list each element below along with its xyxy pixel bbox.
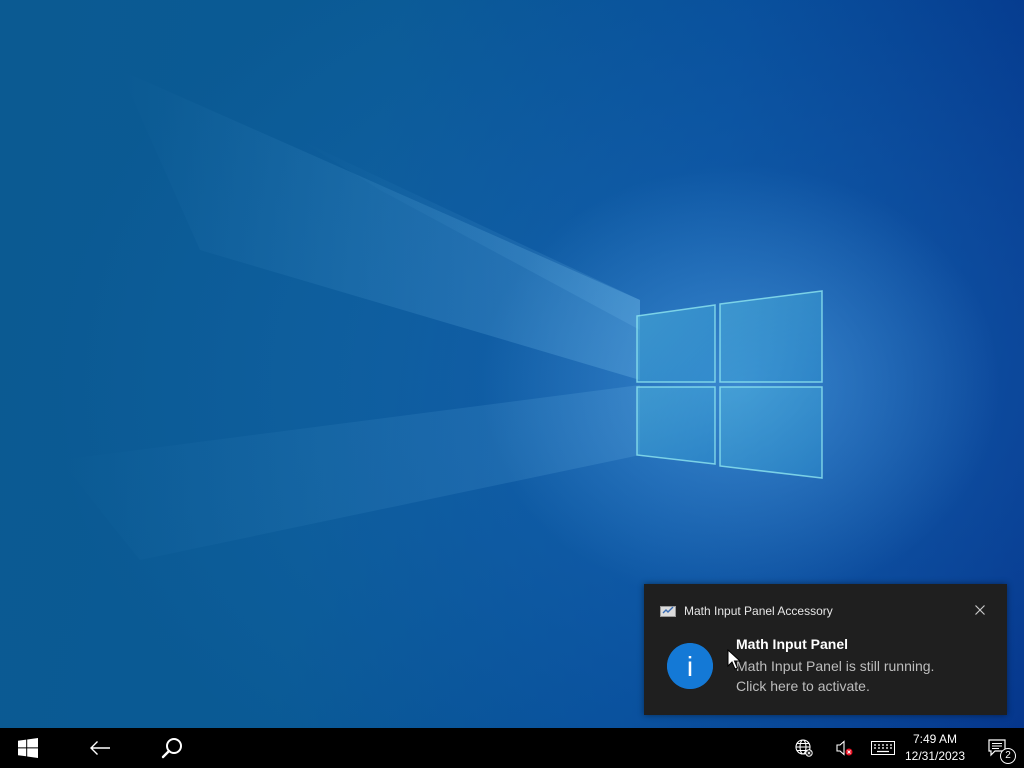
toast-body-line: Click here to activate. <box>736 678 870 694</box>
toast-body-line: Math Input Panel is still running. <box>736 658 935 674</box>
volume-button[interactable] <box>832 728 856 768</box>
network-button[interactable] <box>792 728 816 768</box>
close-icon[interactable] <box>972 602 988 618</box>
taskbar: 7:49 AM 12/31/2023 2 <box>0 728 1024 768</box>
toast-title: Math Input Panel <box>736 636 848 652</box>
globe-network-icon <box>795 739 813 757</box>
toast-app-name: Math Input Panel Accessory <box>684 604 833 618</box>
start-button[interactable] <box>0 728 56 768</box>
back-button[interactable] <box>72 728 128 768</box>
info-glyph: i <box>687 651 693 682</box>
touch-keyboard-icon <box>871 741 895 755</box>
mouse-cursor-icon <box>727 649 741 670</box>
search-button[interactable] <box>144 728 200 768</box>
notification-count-badge: 2 <box>1000 748 1016 764</box>
windows-logo-icon <box>18 738 38 758</box>
touch-keyboard-button[interactable] <box>868 728 898 768</box>
taskbar-clock[interactable]: 7:49 AM 12/31/2023 <box>902 728 968 768</box>
math-input-panel-icon <box>660 606 676 617</box>
desktop[interactable]: Math Input Panel Accessory i Math Input … <box>0 0 1024 728</box>
toast-header: Math Input Panel Accessory <box>660 603 833 619</box>
volume-muted-icon <box>836 740 853 756</box>
search-icon <box>161 738 182 759</box>
toast-notification[interactable]: Math Input Panel Accessory i Math Input … <box>644 584 1007 715</box>
toast-body: Math Input Panel is still running. Click… <box>736 656 934 696</box>
action-center-button[interactable]: 2 <box>978 728 1018 768</box>
back-arrow-icon <box>90 741 110 755</box>
clock-date: 12/31/2023 <box>904 749 966 763</box>
clock-time: 7:49 AM <box>912 732 958 746</box>
info-icon: i <box>667 643 713 689</box>
